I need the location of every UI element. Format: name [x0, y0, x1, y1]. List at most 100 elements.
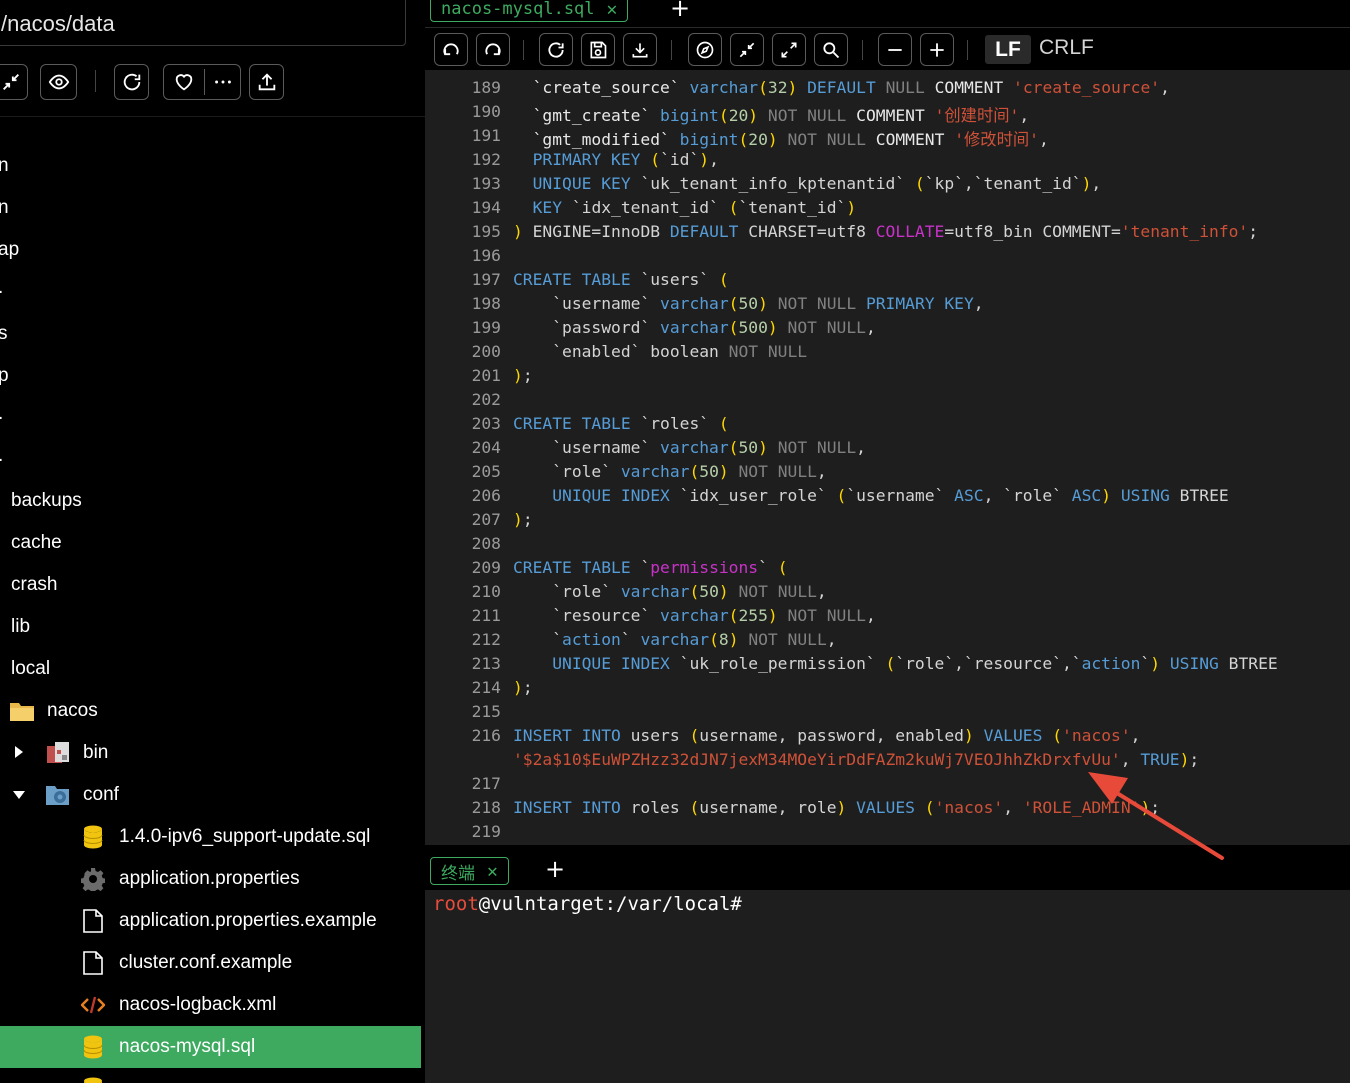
- tree-item-file[interactable]: application.properties: [0, 858, 421, 900]
- line-number: 207: [471, 510, 501, 529]
- new-tab-button[interactable]: +: [670, 0, 690, 22]
- refresh-icon: [123, 73, 140, 91]
- bin-folder-icon: [45, 740, 71, 766]
- tree-item-clipped[interactable]: .: [0, 277, 3, 299]
- tree-item-file[interactable]: cluster.conf.example: [0, 942, 421, 984]
- favorite-button[interactable]: [164, 65, 204, 99]
- code-icon: [80, 992, 106, 1018]
- zoom-out-button[interactable]: [878, 33, 912, 66]
- code-line: `action` varchar(8) NOT NULL,: [513, 630, 837, 649]
- new-terminal-button[interactable]: +: [545, 855, 565, 883]
- code-line: PRIMARY KEY (`id`),: [532, 150, 719, 169]
- navigate-button[interactable]: [688, 33, 722, 66]
- tree-item-conf[interactable]: conf: [0, 774, 421, 816]
- line-number: 216: [471, 726, 501, 745]
- tree-item-clipped[interactable]: s: [0, 323, 8, 345]
- search-button[interactable]: [814, 33, 848, 66]
- upload-icon: [258, 73, 275, 91]
- chevron-down-icon: [13, 791, 25, 799]
- code-line: `gmt_modified` bigint(20) NOT NULL COMME…: [513, 130, 1049, 149]
- line-number: 197: [471, 270, 501, 289]
- tree-item-file-selected[interactable]: nacos-mysql.sql: [0, 1026, 421, 1068]
- favorites-group: [163, 64, 241, 100]
- minus-icon: [888, 48, 902, 51]
- tree-item-local[interactable]: local: [0, 648, 421, 690]
- line-number: 198: [471, 294, 501, 313]
- download-button[interactable]: [623, 33, 657, 66]
- code-line: `gmt_create` bigint(20) NOT NULL COMMENT…: [513, 106, 1030, 125]
- tree-item-file[interactable]: application.properties.example: [0, 900, 421, 942]
- expand-button[interactable]: [772, 33, 806, 66]
- tree-item-nacos[interactable]: nacos: [0, 690, 421, 732]
- path-field[interactable]: /nacos/data: [0, 0, 406, 46]
- terminal-prompt: root@vulntarget:/var/local#: [433, 893, 742, 915]
- tree-item-crash[interactable]: crash: [0, 564, 421, 606]
- collapse-button[interactable]: [730, 33, 764, 66]
- tree-item-label: application.properties: [119, 868, 300, 889]
- tab-nacos-mysql-sql[interactable]: nacos-mysql.sql ✕: [430, 0, 629, 22]
- line-number: 190: [471, 102, 501, 121]
- file-browser-panel: /nacos/data n n ap . s p . . backups cac…: [0, 0, 425, 1083]
- save-icon: [590, 41, 607, 58]
- line-number: 215: [471, 702, 501, 721]
- refresh-button[interactable]: [114, 64, 149, 100]
- database-icon: [80, 1034, 106, 1060]
- visibility-button[interactable]: [40, 64, 77, 100]
- tree-item-clipped[interactable]: .: [0, 403, 3, 425]
- tree-item-clipped[interactable]: n: [0, 197, 9, 219]
- tree-item-label: conf: [83, 784, 119, 805]
- code-line: UNIQUE INDEX `uk_role_permission` (`role…: [552, 654, 1278, 673]
- line-number: 203: [471, 414, 501, 433]
- toolbar-separator: [671, 40, 672, 60]
- tree-item-lib[interactable]: lib: [0, 606, 421, 648]
- tab-terminal[interactable]: 终端 ✕: [430, 857, 509, 885]
- eol-lf-toggle[interactable]: LF: [985, 35, 1031, 64]
- prompt-user: root: [433, 893, 479, 915]
- close-icon[interactable]: ✕: [487, 861, 498, 882]
- line-number: 206: [471, 486, 501, 505]
- gear-icon: [80, 866, 106, 892]
- line-number: 209: [471, 558, 501, 577]
- path-text: /nacos/data: [1, 11, 115, 36]
- tab-label: nacos-mysql.sql: [441, 0, 595, 19]
- tree-item-file[interactable]: 1.4.0-ipv6_support-update.sql: [0, 816, 421, 858]
- tree-item-file[interactable]: [0, 1068, 421, 1083]
- code-line: `role` varchar(50) NOT NULL,: [513, 462, 827, 481]
- line-number: 200: [471, 342, 501, 361]
- tree-item-file[interactable]: nacos-logback.xml: [0, 984, 421, 1026]
- undo-button[interactable]: [434, 33, 468, 66]
- code-area[interactable]: 189 `create_source` varchar(32) DEFAULT …: [425, 70, 1350, 845]
- collapse-button[interactable]: [0, 64, 28, 100]
- tree-item-cache[interactable]: cache: [0, 522, 421, 564]
- upload-button[interactable]: [249, 64, 284, 100]
- save-button[interactable]: [581, 33, 615, 66]
- close-icon[interactable]: ✕: [607, 0, 618, 20]
- code-line: `resource` varchar(255) NOT NULL,: [513, 606, 876, 625]
- divider: [0, 116, 425, 117]
- tree-item-bin[interactable]: bin: [0, 732, 421, 774]
- tree-item-clipped[interactable]: n: [0, 155, 9, 177]
- tree-item-clipped[interactable]: p: [0, 365, 9, 387]
- line-number: 192: [471, 150, 501, 169]
- terminal-tab-bar: 终端 ✕ +: [425, 845, 1350, 890]
- tree-item-label: local: [11, 658, 51, 679]
- tree-item-backups[interactable]: backups: [0, 480, 421, 522]
- reload-button[interactable]: [539, 33, 573, 66]
- code-line: `enabled` boolean NOT NULL: [513, 342, 808, 361]
- folder-open-icon: [9, 698, 35, 724]
- tree-item-clipped[interactable]: ap: [0, 239, 19, 261]
- line-number: 213: [471, 654, 501, 673]
- eol-crlf-toggle[interactable]: CRLF: [1039, 36, 1094, 60]
- editor-toolbar: LF CRLF: [425, 27, 1350, 70]
- more-icon: [215, 80, 231, 84]
- zoom-in-button[interactable]: [920, 33, 954, 66]
- terminal-panel: 终端 ✕ + root@vulntarget:/var/local#: [425, 845, 1350, 1083]
- redo-button[interactable]: [476, 33, 510, 66]
- terminal-output[interactable]: root@vulntarget:/var/local#: [427, 891, 1350, 1083]
- tree-item-label: crash: [11, 574, 58, 595]
- more-button[interactable]: [205, 65, 241, 99]
- password-hash-line: '$2a$10$EuWPZHzz32dJN7jexM34MOeYirDdFAZm…: [513, 750, 1200, 769]
- code-line: UNIQUE KEY `uk_tenant_info_kptenantid` (…: [532, 174, 1102, 193]
- tree-item-label: nacos-mysql.sql: [119, 1036, 256, 1057]
- tree-item-clipped[interactable]: .: [0, 445, 3, 467]
